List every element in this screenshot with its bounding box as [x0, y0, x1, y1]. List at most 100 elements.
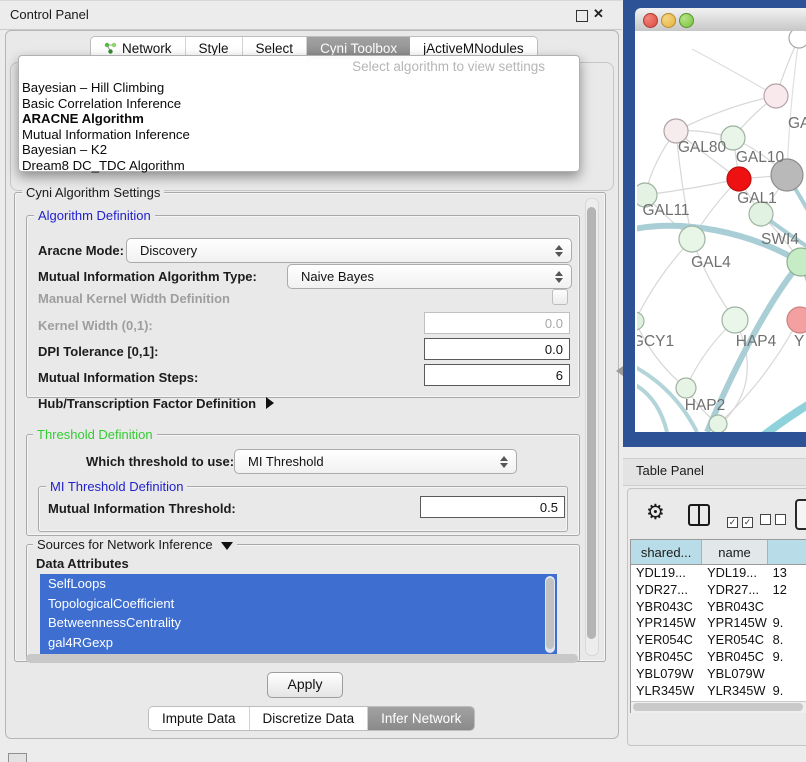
node-label: HAP4 [736, 333, 777, 350]
column-header-shared-name[interactable]: shared... [631, 540, 702, 564]
table-cell[interactable]: YPR145W [702, 615, 768, 632]
network-node[interactable] [764, 84, 788, 108]
table-row[interactable]: YER054CYER054C8. [631, 632, 806, 649]
kernel-width-input[interactable] [424, 312, 570, 334]
algorithm-option[interactable]: Bayesian – Hill Climbing [19, 80, 579, 96]
table-cell[interactable]: 9. [768, 615, 806, 632]
table-cell[interactable]: YBR043C [702, 599, 768, 616]
sources-group-title[interactable]: Sources for Network Inference [33, 537, 237, 552]
network-edge [692, 239, 735, 320]
network-graph[interactable]: GALGAL80GAL10GAL1GAL11SWI4GAL4GCY1HAP4YH… [637, 31, 806, 432]
table-cell[interactable]: YBR045C [631, 649, 702, 666]
node-label: GCY1 [637, 333, 674, 350]
algorithm-option[interactable]: ARACNE Algorithm [19, 111, 579, 127]
hub-definition-expander[interactable]: Hub/Transcription Factor Definition [38, 396, 274, 411]
table-cell[interactable]: YBL079W [631, 666, 702, 683]
traffic-light-minimize[interactable] [661, 13, 676, 28]
columns-icon[interactable] [688, 504, 710, 526]
table-cell[interactable]: YPR145W [631, 615, 702, 632]
table-row[interactable]: YBL079WYBL079W [631, 666, 806, 683]
column-header-partial[interactable] [768, 540, 806, 564]
network-node[interactable] [637, 312, 644, 330]
algorithm-option[interactable]: Mutual Information Inference [19, 127, 579, 143]
algorithm-option[interactable]: Bayesian – K2 [19, 142, 579, 158]
data-attributes-list[interactable]: SelfLoopsTopologicalCoefficientBetweenne… [40, 574, 557, 655]
table-cell[interactable]: 13 [768, 565, 806, 582]
mi-steps-input[interactable] [424, 364, 570, 386]
bottom-left-panel-icon[interactable] [8, 753, 27, 762]
table-cell[interactable]: YER054C [702, 632, 768, 649]
table-cell[interactable]: YLR345W [702, 683, 768, 700]
table-row[interactable]: YBR043CYBR043C [631, 599, 806, 616]
scrollbar-thumb[interactable] [26, 654, 578, 663]
table-cell[interactable]: YER054C [631, 632, 702, 649]
mi-threshold-input[interactable] [420, 496, 565, 518]
algorithm-option[interactable]: Dream8 DC_TDC Algorithm [19, 158, 579, 174]
table-cell[interactable]: YBR045C [702, 649, 768, 666]
table-cell[interactable]: YLR345W [631, 683, 702, 700]
manual-kernel-checkbox[interactable] [552, 289, 568, 305]
network-node[interactable] [676, 378, 696, 398]
aracne-mode-label: Aracne Mode: [38, 243, 124, 258]
network-node[interactable] [787, 307, 806, 333]
close-panel-icon[interactable]: ✕ [593, 6, 604, 22]
table-row[interactable]: YDL19...YDL19...13 [631, 565, 806, 582]
float-panel-icon[interactable] [576, 10, 588, 22]
table-cell[interactable]: YBL079W [702, 666, 768, 683]
new-table-icon[interactable] [795, 499, 806, 530]
select-all-icon[interactable]: ✓✓ [727, 512, 757, 530]
attribute-item[interactable]: BetweennessCentrality [40, 613, 557, 633]
table-cell[interactable]: YBR043C [631, 599, 702, 616]
tab-label: Cyni Toolbox [320, 41, 397, 56]
table-cell[interactable] [768, 666, 806, 683]
algorithm-option[interactable]: Basic Correlation Inference [19, 96, 579, 112]
network-node[interactable] [722, 307, 748, 333]
attributes-scrollbar[interactable] [545, 576, 555, 653]
table-cell[interactable]: YDL19... [702, 565, 768, 582]
traffic-light-zoom[interactable] [679, 13, 694, 28]
table-cell[interactable]: 8. [768, 632, 806, 649]
tab-impute-data[interactable]: Impute Data [149, 707, 250, 730]
network-node[interactable] [727, 167, 751, 191]
table-cell[interactable]: YDL19... [631, 565, 702, 582]
dpi-tolerance-input[interactable] [424, 338, 570, 360]
table-row[interactable]: YDR27...YDR27...12 [631, 582, 806, 599]
table-cell[interactable]: YDR27... [702, 582, 768, 599]
table-cell[interactable]: 9. [768, 683, 806, 700]
settings-horizontal-scrollbar[interactable] [24, 653, 582, 665]
scrollbar-thumb[interactable] [587, 207, 596, 639]
checked-box-icon: ✓ [727, 517, 738, 528]
scrollbar-thumb[interactable] [633, 703, 803, 711]
gear-icon[interactable]: ⚙ [646, 500, 665, 525]
settings-vertical-scrollbar[interactable] [585, 198, 599, 656]
column-header-name[interactable]: name [702, 540, 768, 564]
network-node[interactable] [709, 415, 727, 432]
network-node[interactable] [789, 31, 806, 48]
attribute-item[interactable]: SelfLoops [40, 574, 557, 594]
table-cell[interactable]: YDR27... [631, 582, 702, 599]
table-cell[interactable]: 12 [768, 582, 806, 599]
table-cell[interactable]: 9. [768, 649, 806, 666]
mi-type-select[interactable]: Naive Bayes [287, 264, 572, 289]
table-horizontal-scrollbar[interactable] [631, 701, 806, 713]
attribute-item[interactable]: gal4RGexp [40, 633, 557, 653]
deselect-all-icon[interactable] [760, 512, 790, 530]
table-row[interactable]: YLR345WYLR345W9. [631, 683, 806, 700]
scrollbar-thumb[interactable] [546, 578, 554, 649]
network-node[interactable] [679, 226, 705, 252]
stepper-arrows-icon [551, 245, 571, 257]
tab-discretize-data[interactable]: Discretize Data [250, 707, 369, 730]
traffic-light-close[interactable] [643, 13, 658, 28]
table-row[interactable]: YBR045CYBR045C9. [631, 649, 806, 666]
attribute-item[interactable]: TopologicalCoefficient [40, 594, 557, 614]
aracne-mode-select[interactable]: Discovery [126, 238, 572, 263]
tab-infer-network[interactable]: Infer Network [368, 707, 474, 730]
node-label: SWI4 [761, 231, 799, 248]
splitter-collapse-arrow[interactable] [616, 366, 623, 376]
table-cell[interactable] [768, 599, 806, 616]
apply-button[interactable]: Apply [267, 672, 343, 698]
bottom-tab-bar: Impute DataDiscretize DataInfer Network [148, 706, 475, 731]
table-row[interactable]: YPR145WYPR145W9. [631, 615, 806, 632]
algorithm-options-list: Bayesian – Hill ClimbingBasic Correlatio… [19, 80, 579, 174]
which-threshold-select[interactable]: MI Threshold [234, 449, 517, 474]
